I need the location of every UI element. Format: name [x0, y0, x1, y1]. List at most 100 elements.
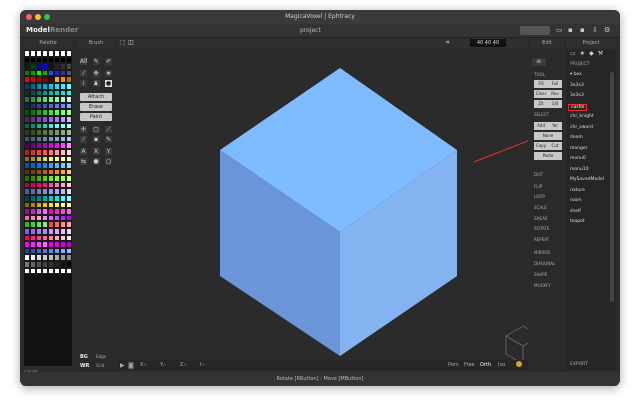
move-icon[interactable]: ⁞ [80, 80, 87, 87]
view-free[interactable]: Free [464, 362, 475, 368]
save-icon[interactable]: ▪ [568, 26, 573, 34]
palette-swatch[interactable] [66, 195, 72, 202]
copy-button[interactable]: Copy [534, 142, 548, 150]
pick-icon[interactable]: ⁄ [80, 70, 87, 77]
shape-section[interactable]: SHAPE [534, 272, 547, 277]
palette-swatch[interactable] [66, 254, 72, 261]
box-select-icon[interactable]: ▢ [92, 126, 100, 133]
mirror-section[interactable]: MIRROR [534, 250, 550, 255]
model-mode-tab[interactable]: Model [26, 26, 50, 34]
export-section-label[interactable]: EXPORT [570, 362, 588, 367]
palette-swatch[interactable] [66, 247, 72, 255]
palette-swatch[interactable] [66, 201, 72, 209]
3d-viewport[interactable]: ⬚ ◫ ⌗ 40 40 40 ▶ ◙ X:- Y:- Z:- I:- Pers … [118, 38, 528, 370]
flip-section[interactable]: FLIP [534, 184, 542, 189]
project-list-item[interactable]: nature [570, 188, 585, 193]
sphere-icon[interactable]: ● [105, 80, 112, 87]
export-icon[interactable]: ⇩ [592, 26, 598, 34]
brush-icon[interactable]: ✐ [105, 58, 112, 65]
axis-y-icon[interactable]: Y [105, 148, 112, 155]
one-zero-button[interactable]: 1/0 [548, 100, 562, 108]
palette-swatch[interactable] [66, 129, 72, 136]
project-list-item[interactable]: 3x3x3 [570, 93, 584, 98]
palette-swatch[interactable] [66, 115, 72, 123]
full-button[interactable]: Full [548, 80, 562, 88]
favorite-star-icon[interactable]: ★ [580, 50, 585, 57]
bucket-icon[interactable]: ▪ [92, 136, 100, 143]
tools-icon[interactable]: ⚒ [598, 50, 603, 57]
cut-button[interactable]: Cut [548, 142, 562, 150]
clear-button[interactable]: Clear [534, 90, 548, 98]
palette-swatch[interactable] [66, 69, 72, 77]
palette-swatch[interactable] [66, 155, 72, 163]
project-list-item[interactable]: MySavedModel [570, 177, 604, 182]
palette-swatch[interactable] [66, 122, 72, 130]
grid-toggle[interactable]: Grid [96, 363, 104, 368]
palette-swatch[interactable] [66, 148, 72, 156]
yer-button[interactable]: Yer [548, 122, 562, 130]
project-list-item[interactable]: chr_sword [570, 125, 593, 130]
mirror-icon[interactable]: ⇆ [80, 158, 87, 165]
attach-button[interactable]: Attach [80, 93, 112, 101]
mockfy-section[interactable]: MOCKFY [534, 283, 551, 288]
edit-all-toggle[interactable]: All [532, 58, 546, 66]
loop-section[interactable]: LOOP [534, 194, 545, 199]
palette-swatch[interactable] [66, 261, 72, 268]
person-icon[interactable]: ♟ [92, 80, 100, 87]
fill-button[interactable]: Fill [534, 80, 548, 88]
settings-icon[interactable]: ⚙ [604, 26, 610, 34]
erase-small-icon[interactable]: ○ [105, 158, 112, 165]
project-list-item[interactable]: monger [570, 146, 587, 151]
project-scrollbar[interactable] [610, 72, 614, 302]
palette-swatch[interactable] [66, 188, 72, 196]
bg-toggle[interactable]: BG [80, 354, 88, 360]
add-button[interactable]: Add [534, 122, 548, 130]
shape-icon[interactable]: ◆ [589, 50, 594, 57]
view-orth[interactable]: Orth [480, 362, 491, 368]
project-list-item[interactable]: monu0 [570, 156, 586, 161]
project-list-item[interactable]: doom [570, 135, 583, 140]
folder-icon[interactable]: ▭ [570, 50, 576, 57]
palette-swatch[interactable] [66, 228, 72, 235]
star-icon[interactable]: ★ [105, 70, 112, 77]
render-mode-tab[interactable]: Render [50, 26, 78, 34]
palette-swatch[interactable] [66, 175, 72, 182]
view-pers[interactable]: Pers [448, 362, 459, 368]
palette-swatch[interactable] [66, 234, 72, 242]
palette-swatch[interactable] [66, 109, 72, 116]
wand-icon[interactable]: ⟋ [105, 126, 112, 133]
project-list-item[interactable]: shelf [570, 209, 581, 214]
palette-swatch[interactable] [66, 102, 72, 110]
paint-drop-icon[interactable]: ● [92, 158, 100, 165]
palette-swatch[interactable] [66, 50, 72, 57]
palette-swatch[interactable] [66, 208, 72, 215]
brush-all-toggle[interactable]: All [80, 58, 87, 65]
palette-swatch[interactable] [66, 168, 72, 176]
palette-swatch[interactable] [66, 63, 72, 70]
palette-swatch[interactable] [66, 82, 72, 90]
palette-swatch[interactable] [66, 214, 72, 222]
palette-swatch[interactable] [66, 162, 72, 169]
project-list-item[interactable]: teapot [570, 219, 585, 224]
line-icon[interactable]: ⁄ [80, 136, 87, 143]
rev-button[interactable]: Rev [548, 90, 562, 98]
project-list-item[interactable]: monu10 [570, 167, 589, 172]
transform-icon[interactable]: ✥ [92, 70, 100, 77]
palette-swatch[interactable] [66, 89, 72, 97]
axis-x-icon[interactable]: X [92, 148, 100, 155]
view-iso[interactable]: Iso [498, 362, 505, 368]
project-list-item[interactable]: room [570, 198, 582, 203]
save-as-icon[interactable]: ▪ [580, 26, 585, 34]
wr-toggle[interactable]: WR [80, 363, 89, 369]
project-list-item[interactable]: 3x3x3 [570, 83, 584, 88]
info-icon[interactable] [516, 361, 522, 367]
project-list-item[interactable]: castle [568, 103, 588, 111]
shear-section[interactable]: SHEAR [534, 216, 548, 221]
palette-swatch[interactable] [66, 96, 72, 103]
palette-swatch[interactable] [66, 76, 72, 83]
palette-swatch[interactable] [66, 241, 72, 248]
dist-section[interactable]: DIST [534, 172, 543, 177]
move-tool-icon[interactable]: ✢ [80, 126, 87, 133]
project-list-item[interactable]: ▾ box [570, 72, 582, 77]
rotate-section[interactable]: ROTATE [534, 226, 549, 231]
